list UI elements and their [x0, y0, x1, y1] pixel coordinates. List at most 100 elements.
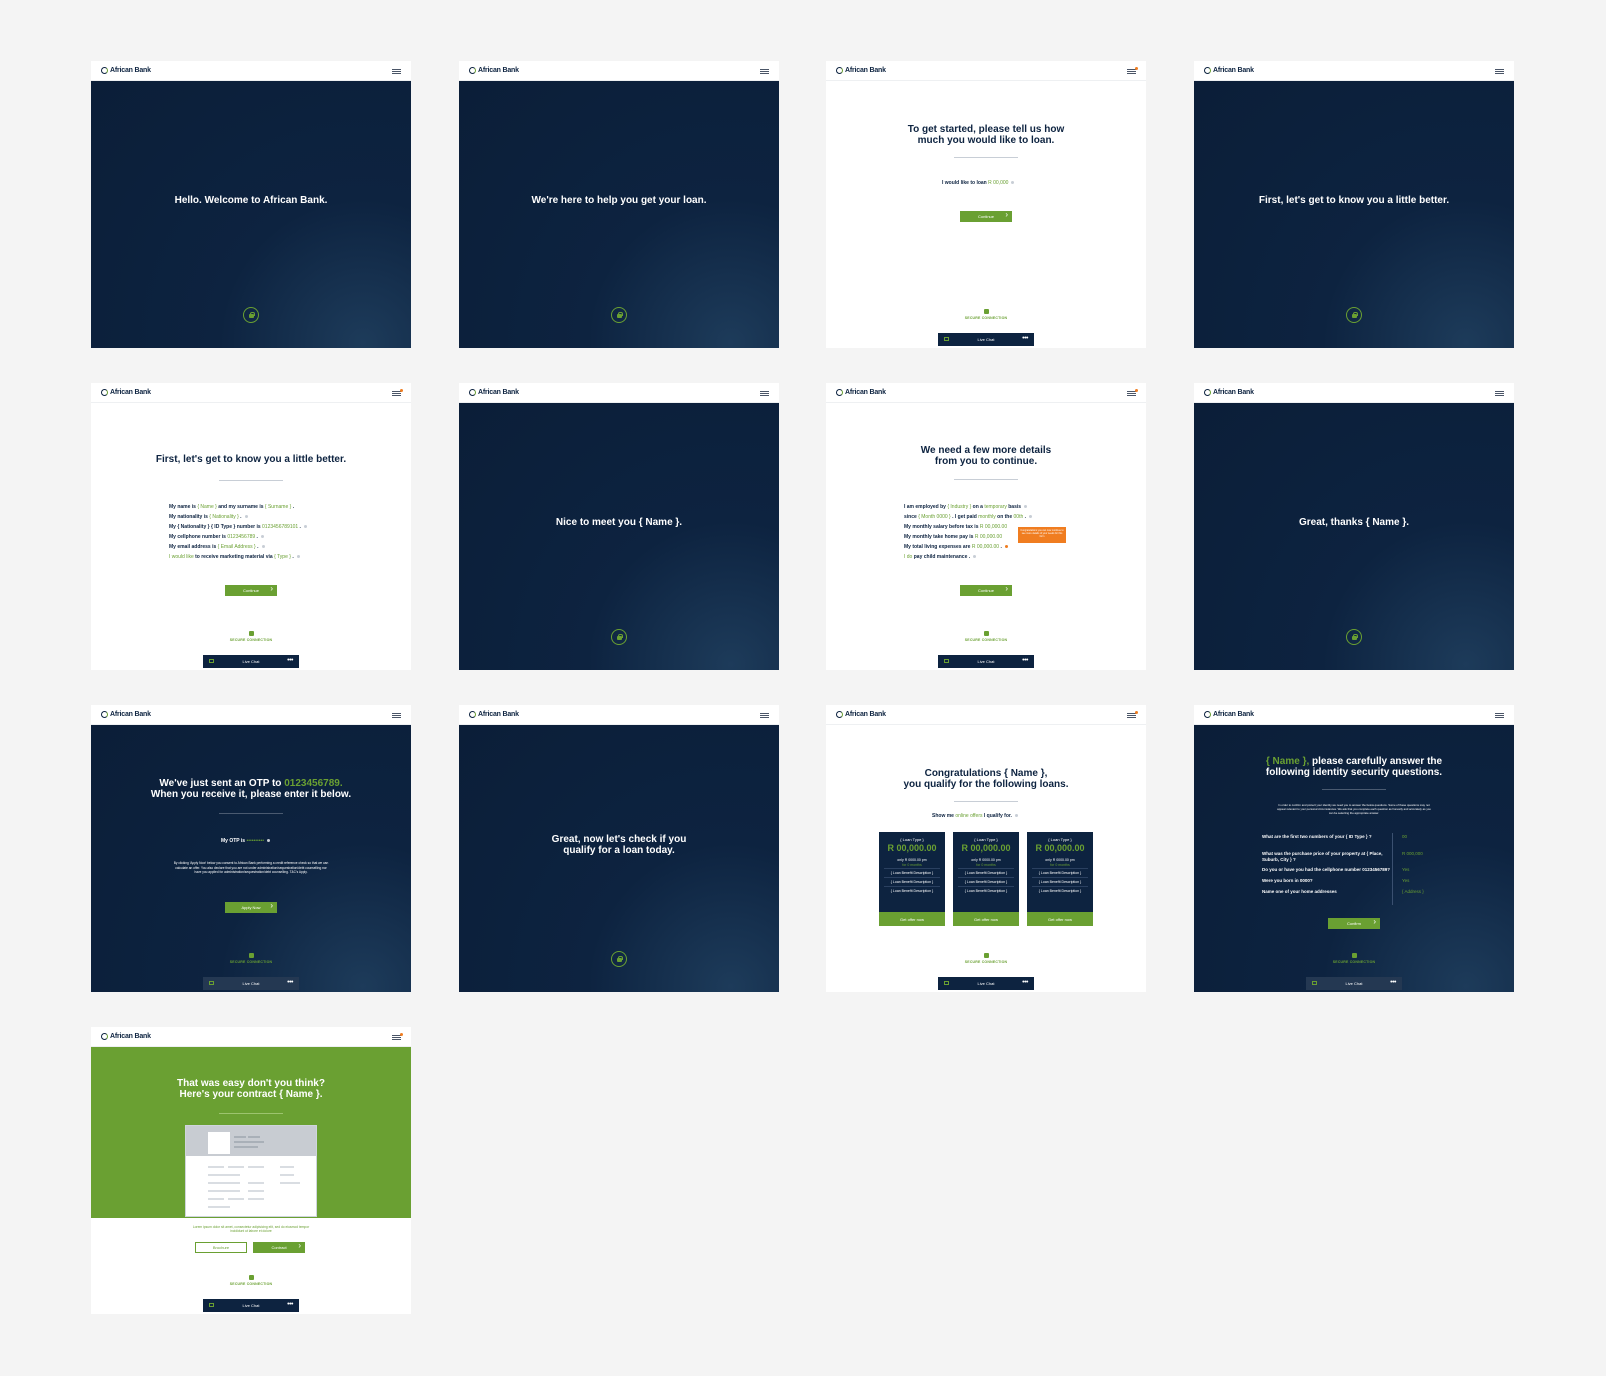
info-icon[interactable]: [1029, 515, 1033, 519]
basis-select[interactable]: temporary: [984, 504, 1007, 510]
logo[interactable]: African Bank: [101, 711, 151, 718]
logo[interactable]: African Bank: [836, 389, 886, 396]
contract-button[interactable]: Contract: [253, 1241, 305, 1253]
menu-icon[interactable]: [392, 713, 401, 718]
logo[interactable]: African Bank: [101, 1033, 151, 1040]
menu-icon[interactable]: [760, 69, 769, 74]
logo[interactable]: African Bank: [469, 711, 519, 718]
brochure-button[interactable]: Brochure: [195, 1242, 247, 1253]
info-icon[interactable]: [260, 535, 264, 539]
live-chat-bar[interactable]: Live Chat •••: [203, 1299, 299, 1312]
more-icon[interactable]: •••: [287, 1301, 293, 1308]
lock-icon: [243, 307, 259, 323]
live-chat-bar[interactable]: Live Chat •••: [938, 977, 1034, 990]
expenses-input[interactable]: R 00,000.00: [972, 544, 999, 550]
loan-card: { Loan Type } R 00,000.00 only R 0000.00…: [953, 832, 1019, 926]
continue-button[interactable]: Continue: [960, 584, 1012, 596]
nationality-input[interactable]: { Nationality }: [209, 514, 238, 520]
secure-connection: SECURE CONNECTION: [826, 631, 1146, 642]
name-input[interactable]: { Name }: [197, 504, 216, 510]
type-select[interactable]: { Type }: [274, 554, 291, 560]
logo[interactable]: African Bank: [1204, 711, 1254, 718]
apply-now-button[interactable]: Apply Now: [225, 901, 277, 913]
answer-select[interactable]: { Address }: [1402, 889, 1424, 895]
logo[interactable]: African Bank: [469, 389, 519, 396]
industry-select[interactable]: { Industry }: [947, 504, 971, 510]
frequency-select[interactable]: monthly: [978, 514, 996, 520]
offers-select[interactable]: online offers: [955, 813, 982, 819]
answer-select[interactable]: Yes: [1402, 867, 1424, 878]
more-icon[interactable]: •••: [287, 657, 293, 664]
menu-icon[interactable]: [1127, 711, 1138, 718]
header: African Bank: [459, 705, 779, 725]
takehome-input[interactable]: R 00,000.00: [975, 534, 1002, 540]
info-icon[interactable]: [261, 545, 265, 549]
continue-button[interactable]: Continue: [960, 210, 1012, 222]
menu-icon[interactable]: [392, 389, 403, 396]
alert-icon[interactable]: [1004, 545, 1008, 549]
info-icon[interactable]: [1014, 814, 1018, 818]
content: First, let's get to know you a little be…: [91, 403, 411, 670]
logo-icon: [101, 389, 108, 396]
more-icon[interactable]: •••: [1022, 335, 1028, 342]
menu-icon[interactable]: [1127, 389, 1138, 396]
marketing-select[interactable]: I would like: [169, 554, 194, 560]
hero: Nice to meet you { Name }.: [459, 403, 779, 670]
payday-select[interactable]: 00th: [1014, 514, 1024, 520]
answer-select[interactable]: Yes: [1402, 878, 1424, 889]
logo[interactable]: African Bank: [1204, 389, 1254, 396]
live-chat-bar[interactable]: Live Chat •••: [1306, 977, 1402, 990]
answer-select[interactable]: 00: [1402, 834, 1424, 851]
menu-icon[interactable]: [1495, 391, 1504, 396]
live-chat-bar[interactable]: Live Chat •••: [938, 655, 1034, 668]
menu-icon[interactable]: [1495, 69, 1504, 74]
loan-amount: R 00,000.00: [1035, 843, 1085, 853]
menu-icon[interactable]: [1127, 67, 1138, 74]
otp-input[interactable]: ••••••••••: [246, 838, 264, 844]
live-chat-bar[interactable]: Live Chat •••: [938, 333, 1034, 346]
more-icon[interactable]: •••: [1390, 979, 1396, 986]
form-row: My { Nationality } { ID Type } number is…: [169, 522, 307, 532]
info-icon[interactable]: [244, 515, 248, 519]
page-title: To get started, please tell us how much y…: [907, 124, 1065, 146]
surname-input[interactable]: { Surname }: [265, 504, 291, 510]
answer-select[interactable]: R 000,000: [1402, 851, 1424, 867]
form-row: I would like to receive marketing materi…: [169, 552, 307, 562]
info-icon[interactable]: [1011, 181, 1015, 185]
more-icon[interactable]: •••: [1022, 657, 1028, 664]
more-icon[interactable]: •••: [1022, 979, 1028, 986]
info-icon[interactable]: [296, 555, 300, 559]
get-offer-button[interactable]: Get offer now: [879, 912, 945, 926]
live-chat-bar[interactable]: Live Chat •••: [203, 977, 299, 990]
menu-icon[interactable]: [392, 69, 401, 74]
info-icon[interactable]: [303, 525, 307, 529]
live-chat-bar[interactable]: Live Chat •••: [203, 655, 299, 668]
logo[interactable]: African Bank: [469, 67, 519, 74]
month-select[interactable]: { Month 0000 }: [918, 514, 951, 520]
loan-amount-input[interactable]: R 00,000: [988, 180, 1008, 186]
email-input[interactable]: { Email Address }: [218, 544, 256, 550]
logo[interactable]: African Bank: [101, 389, 151, 396]
cellphone-input[interactable]: 0123456789: [227, 534, 255, 540]
info-icon[interactable]: [973, 555, 977, 559]
logo[interactable]: African Bank: [836, 67, 886, 74]
menu-icon[interactable]: [760, 713, 769, 718]
logo[interactable]: African Bank: [101, 67, 151, 74]
more-icon[interactable]: •••: [287, 979, 293, 986]
logo[interactable]: African Bank: [836, 711, 886, 718]
get-offer-button[interactable]: Get offer now: [953, 912, 1019, 926]
info-icon[interactable]: [1024, 505, 1028, 509]
menu-icon[interactable]: [392, 1033, 403, 1040]
menu-icon[interactable]: [1495, 713, 1504, 718]
info-icon[interactable]: [267, 839, 270, 843]
confirm-button[interactable]: Confirm: [1328, 917, 1380, 929]
logo[interactable]: African Bank: [1204, 67, 1254, 74]
salary-input[interactable]: R 00,000.00: [980, 524, 1007, 530]
continue-button[interactable]: Continue: [225, 584, 277, 596]
contract-preview[interactable]: [185, 1125, 317, 1217]
get-offer-button[interactable]: Get offer now: [1027, 912, 1093, 926]
maintenance-select[interactable]: I do: [904, 554, 912, 560]
id-number-input[interactable]: 0123456789101: [262, 524, 298, 530]
logo-icon: [101, 1033, 108, 1040]
menu-icon[interactable]: [760, 391, 769, 396]
